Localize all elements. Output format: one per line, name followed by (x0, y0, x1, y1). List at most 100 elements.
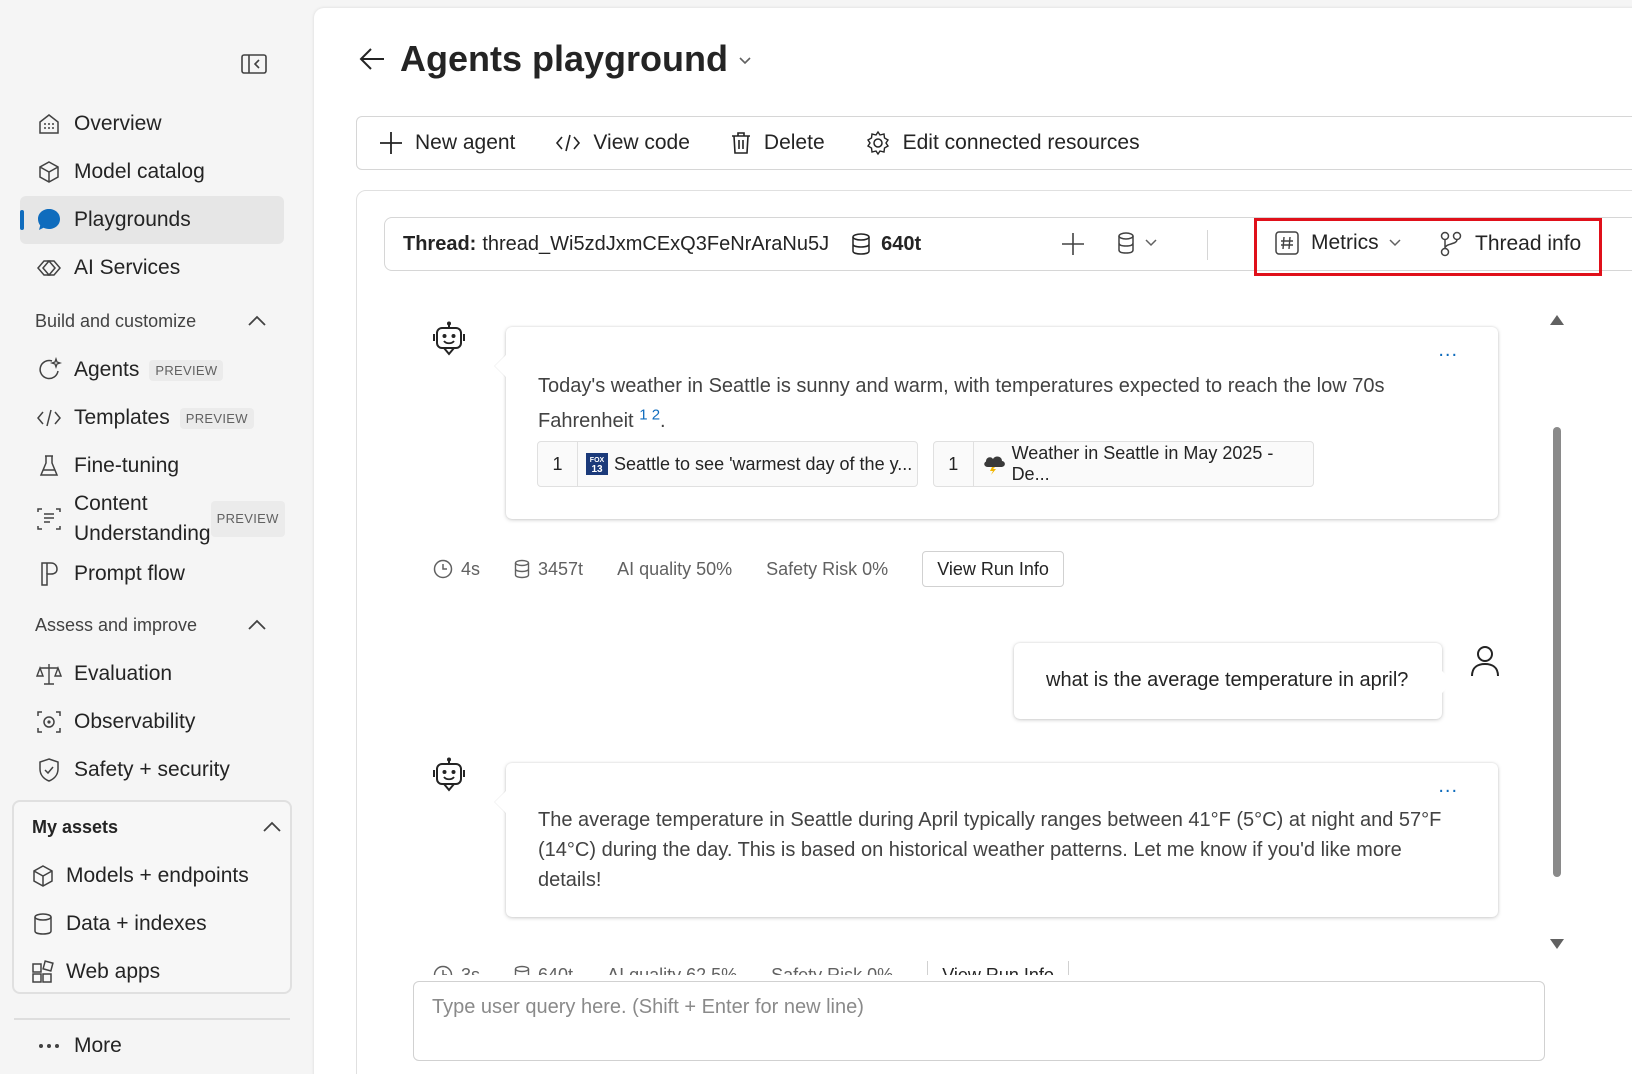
svg-text:FOX: FOX (590, 457, 605, 464)
run-time: 3s (433, 965, 480, 975)
code-icon (555, 133, 581, 153)
run-metrics-row: 3s 640t AI quality 62.5% Safety Risk 0% … (433, 961, 1069, 975)
observability-icon (36, 709, 62, 735)
assistant-message: ... Today's weather in Seattle is sunny … (506, 327, 1498, 519)
database-icon (851, 232, 871, 256)
hashtag-icon (1275, 231, 1299, 255)
citation-card[interactable]: 1 Weather in Seattle in May 2025 - De... (933, 441, 1314, 487)
nav-fine-tuning[interactable]: Fine-tuning (20, 442, 284, 490)
citation-card[interactable]: 1 FOX 13 Seattle to see 'warmest day of t… (537, 441, 918, 487)
nav-label: Fine-tuning (74, 454, 180, 477)
sidebar-divider (14, 1018, 290, 1020)
nav-playgrounds[interactable]: Playgrounds (20, 196, 284, 244)
nav-label: Prompt flow (74, 562, 185, 585)
cube-icon (36, 159, 62, 185)
nav-label: Safety + security (74, 758, 230, 781)
message-period: . (660, 410, 666, 432)
nav-label: Model catalog (74, 160, 205, 183)
preview-badge: PREVIEW (210, 501, 285, 537)
document-scan-icon (36, 506, 62, 532)
citation-superscript[interactable]: 1 2 (639, 406, 660, 423)
nav-models-endpoints[interactable]: Models + endpoints (14, 854, 249, 898)
nav-model-catalog[interactable]: Model catalog (20, 148, 284, 196)
my-assets-panel: My assets Models + endpoints Data + inde… (12, 800, 292, 994)
nav-safety-security[interactable]: Safety + security (20, 746, 284, 794)
view-code-button[interactable]: View code (555, 131, 690, 155)
nav-observability[interactable]: Observability (20, 698, 284, 746)
run-tokens-value: 3457t (538, 558, 584, 579)
database-icon (1117, 232, 1135, 254)
thread-label: Thread: (403, 232, 477, 255)
svg-text:13: 13 (591, 464, 603, 475)
new-thread-plus-icon[interactable] (1061, 232, 1085, 256)
scroll-down-icon[interactable] (1550, 939, 1564, 949)
citation-number: 1 (538, 442, 578, 486)
section-title: My assets (32, 816, 119, 837)
thread-bar: Thread: thread_Wi5zdJxmCExQ3FeNrAraNu5J … (384, 217, 1632, 276)
message-text: Today's weather in Seattle is sunny and … (538, 369, 1384, 439)
scrollbar-thumb[interactable] (1553, 427, 1561, 877)
thread-info-button[interactable]: Thread info (1439, 231, 1581, 257)
nav-label: Agents (74, 358, 140, 381)
message-line: Fahrenheit (538, 410, 634, 432)
nav-data-indexes[interactable]: Data + indexes (14, 902, 207, 946)
delete-label: Delete (763, 131, 825, 154)
nav-ai-services[interactable]: AI Services (20, 244, 284, 292)
section-build-customize[interactable]: Build and customize (35, 306, 267, 336)
message-more-button[interactable]: ... (1438, 775, 1458, 798)
nav-more[interactable]: More (20, 1022, 284, 1070)
nav-label: AI Services (74, 256, 181, 279)
edit-connected-resources-button[interactable]: Edit connected resources (865, 130, 1140, 156)
citation-number: 1 (934, 442, 974, 486)
main-panel: Agents playground New agent View code De… (314, 8, 1632, 1074)
scroll-up-icon[interactable] (1550, 315, 1564, 325)
user-avatar-icon (1467, 643, 1503, 679)
thread-tokens: 640t (851, 232, 921, 256)
nav-prompt-flow[interactable]: Prompt flow (20, 550, 284, 598)
section-assess-improve[interactable]: Assess and improve (35, 610, 267, 640)
safety-risk: Safety Risk 0% (771, 964, 894, 976)
new-agent-button[interactable]: New agent (379, 131, 515, 155)
collapse-sidebar-icon[interactable] (240, 52, 268, 76)
metrics-label: Metrics (1311, 231, 1379, 254)
nav-content-understanding[interactable]: Content Understanding PREVIEW (20, 488, 285, 550)
nav-overview[interactable]: Overview (20, 100, 284, 148)
chevron-down-icon[interactable] (738, 56, 752, 66)
nav-templates[interactable]: Templates PREVIEW (20, 394, 284, 442)
nav-label: Overview (74, 112, 162, 135)
run-metrics-row: 4s 3457t AI quality 50% Safety Risk 0% V… (433, 551, 1064, 587)
message-line: The average temperature in Seattle durin… (538, 809, 1442, 831)
nav-label: Models + endpoints (66, 864, 249, 887)
safety-risk: Safety Risk 0% (766, 558, 889, 579)
section-my-assets[interactable]: My assets (32, 812, 282, 842)
nav-label: Data + indexes (66, 912, 207, 935)
page-header: Agents playground (358, 38, 752, 80)
preview-badge: PREVIEW (149, 359, 224, 381)
back-arrow-icon[interactable] (358, 46, 386, 72)
delete-button[interactable]: Delete (730, 131, 825, 155)
metrics-dropdown[interactable]: Metrics (1275, 231, 1401, 255)
run-tokens: 640t (514, 965, 573, 975)
page-title: Agents playground (400, 38, 729, 79)
database-icon (514, 965, 530, 975)
view-run-info-button[interactable]: View Run Info (927, 961, 1069, 975)
chat-icon (36, 207, 62, 233)
user-query-input[interactable] (432, 996, 1522, 1019)
nav-label: More (74, 1034, 122, 1057)
nav-web-apps[interactable]: Web apps (14, 950, 160, 994)
apps-icon (30, 959, 56, 985)
nav-agents[interactable]: Agents PREVIEW (20, 346, 284, 394)
message-line: details! (538, 869, 602, 891)
nav-label: Web apps (66, 960, 161, 983)
branch-icon (1439, 231, 1463, 257)
storage-dropdown[interactable] (1117, 232, 1157, 254)
nav-label: Content Understanding (74, 492, 211, 545)
message-more-button[interactable]: ... (1438, 339, 1458, 362)
nav-evaluation[interactable]: Evaluation (20, 650, 284, 698)
view-code-label: View code (593, 131, 690, 154)
run-time-value: 4s (461, 558, 481, 579)
ellipsis-icon (36, 1033, 62, 1059)
view-run-info-button[interactable]: View Run Info (922, 551, 1064, 587)
storm-cloud-icon (982, 453, 1006, 475)
chevron-down-icon (1389, 239, 1401, 247)
